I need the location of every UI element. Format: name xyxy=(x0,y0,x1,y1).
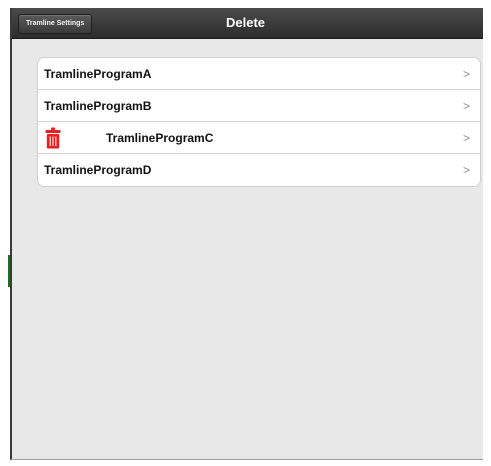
list-item-program-d[interactable]: TramlineProgramD > xyxy=(38,154,480,186)
list-item-program-c[interactable]: TramlineProgramC > xyxy=(38,122,480,154)
chevron-right-icon: > xyxy=(462,163,470,177)
list-item-label: TramlineProgramA xyxy=(44,67,152,81)
app-window: Tramline Settings Delete TramlineProgram… xyxy=(10,8,483,460)
list-item-label: TramlineProgramC xyxy=(106,131,214,145)
list-item-program-a[interactable]: TramlineProgramA > xyxy=(38,58,480,90)
list-item-label: TramlineProgramB xyxy=(44,99,152,113)
chevron-right-icon: > xyxy=(462,131,470,145)
list-item-label: TramlineProgramD xyxy=(44,163,152,177)
page-title-text: Delete xyxy=(225,15,266,30)
list-item-program-b[interactable]: TramlineProgramB > xyxy=(38,90,480,122)
navigation-bar: Tramline Settings Delete xyxy=(12,8,483,39)
chevron-right-icon: > xyxy=(462,67,470,81)
back-button[interactable]: Tramline Settings xyxy=(18,14,93,34)
trash-icon[interactable] xyxy=(45,127,61,149)
chevron-right-icon: > xyxy=(462,99,470,113)
program-list: TramlineProgramA > TramlineProgramB > Tr… xyxy=(37,57,481,187)
